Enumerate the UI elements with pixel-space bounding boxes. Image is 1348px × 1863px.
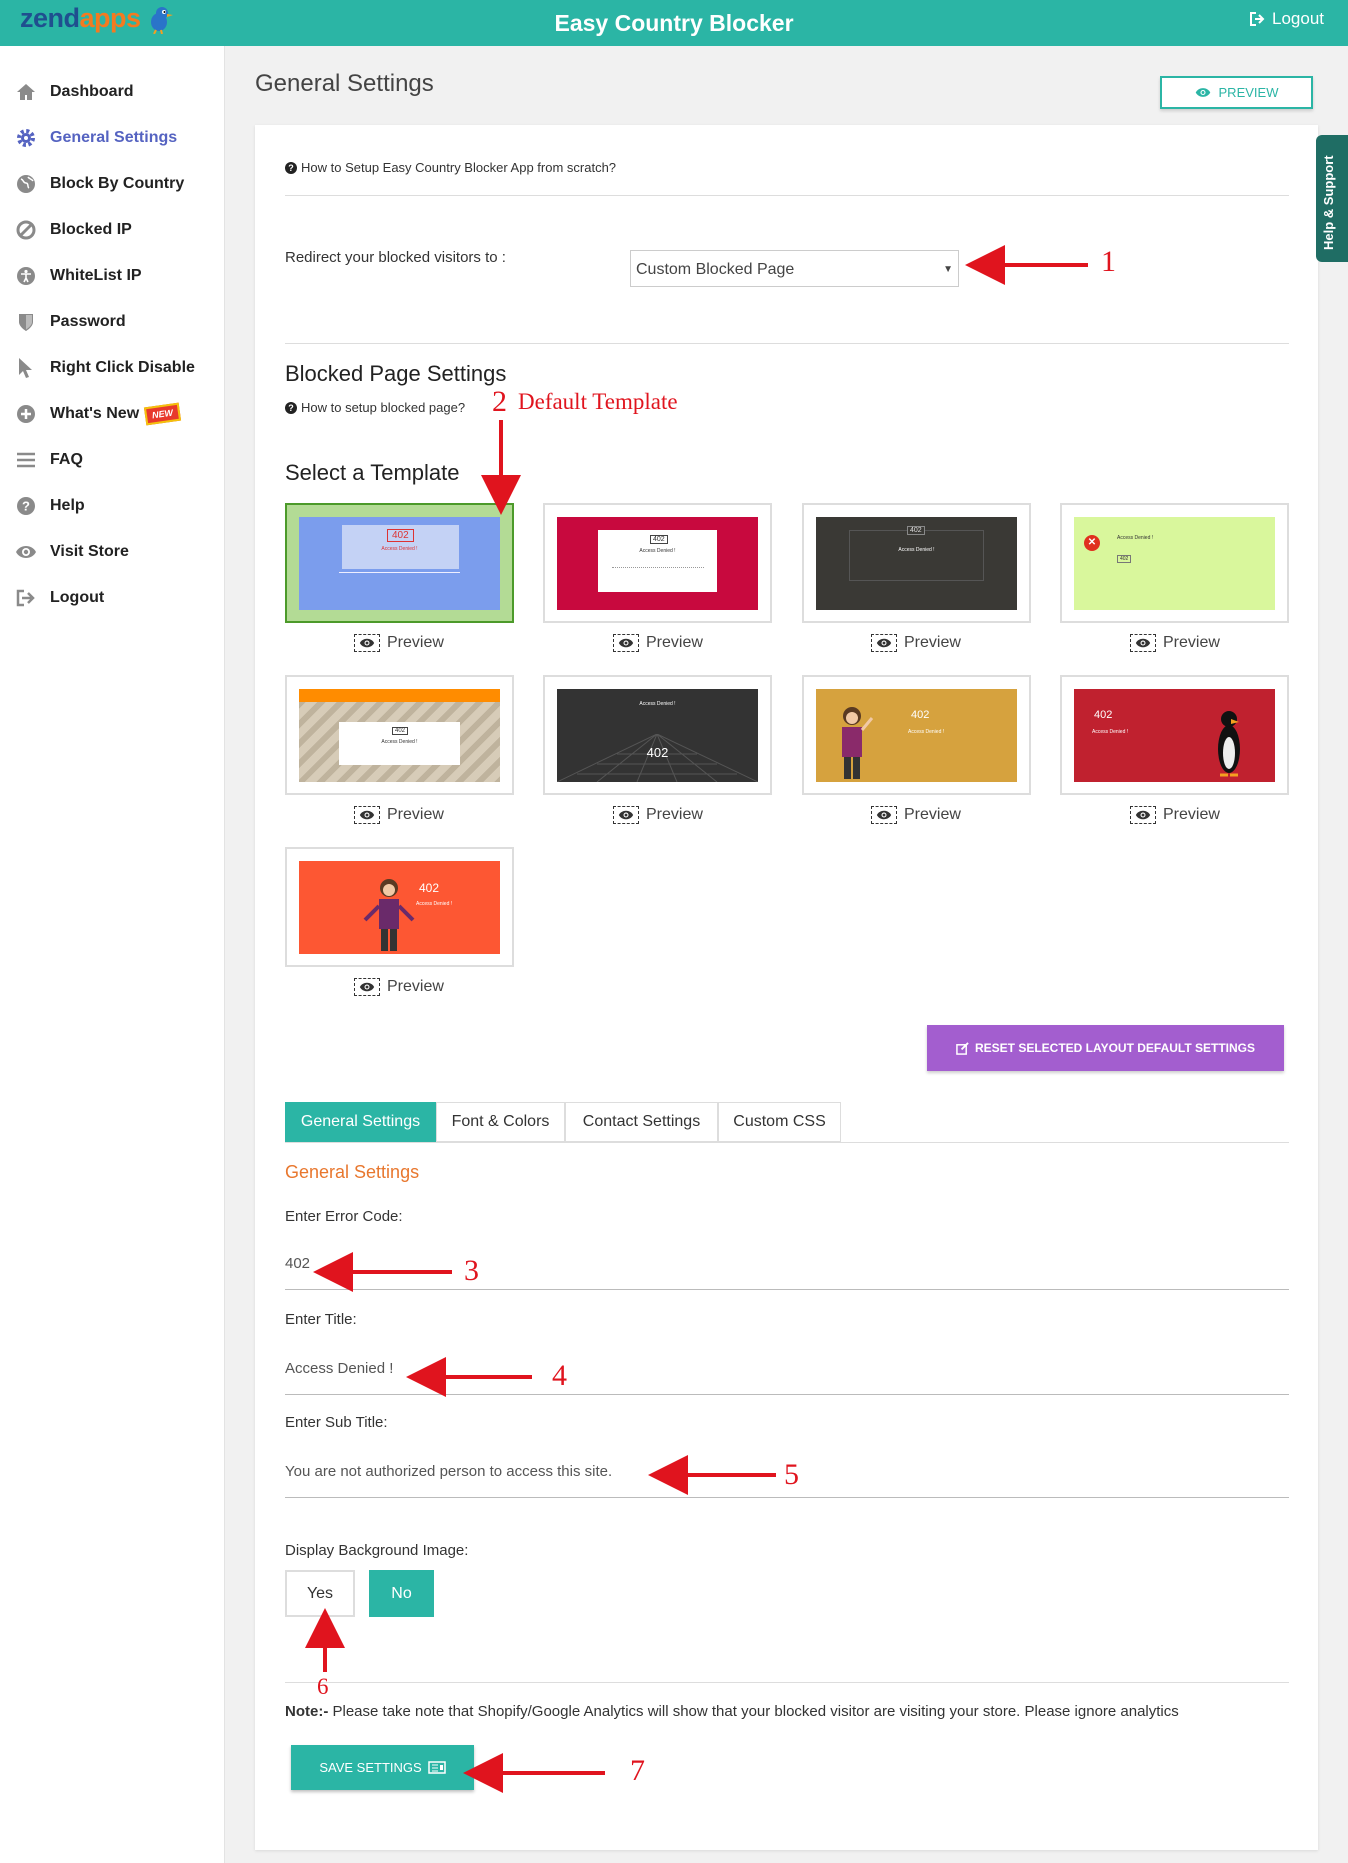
annotation-7: 7: [630, 1754, 645, 1787]
annotation-6: 6: [317, 1674, 329, 1699]
annotation-4: 4: [552, 1359, 567, 1392]
annotation-default-template: Default Template: [518, 389, 678, 414]
annotation-3: 3: [464, 1254, 479, 1287]
annotation-2: 2: [492, 385, 507, 418]
annotation-1: 1: [1101, 245, 1116, 278]
annotation-5: 5: [784, 1458, 799, 1491]
annotation-arrows: [305, 245, 1088, 1793]
